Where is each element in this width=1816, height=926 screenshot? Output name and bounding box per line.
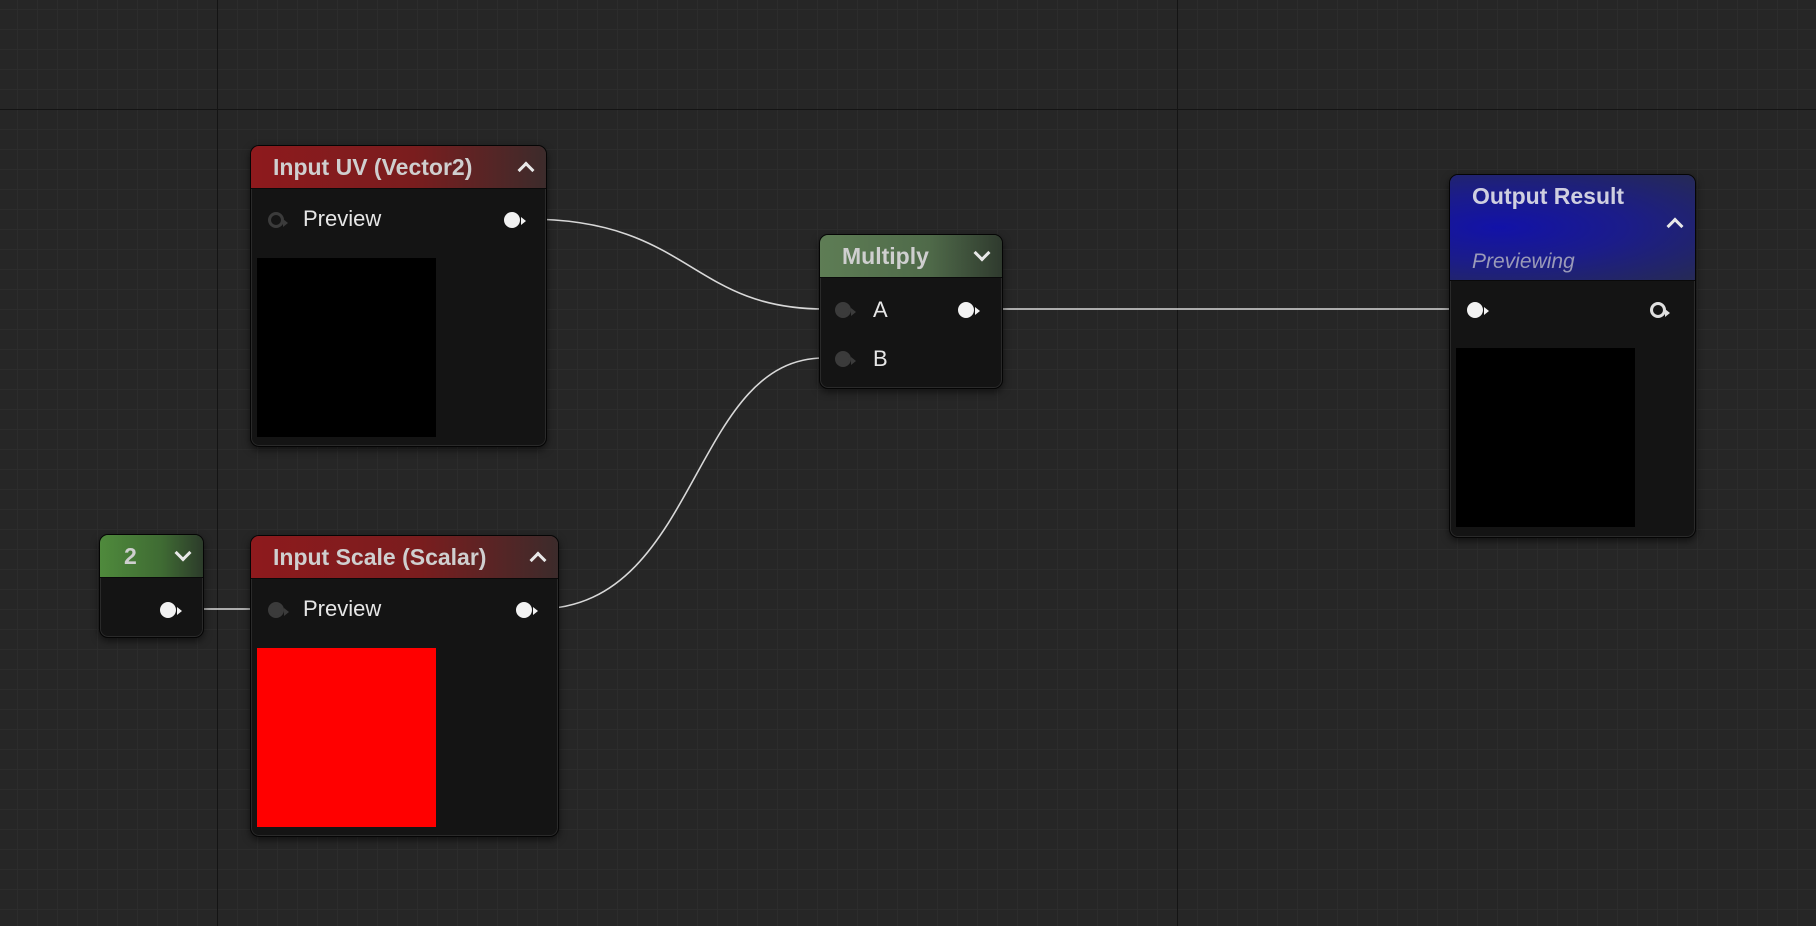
node-multiply-input-b-row: B [873, 344, 888, 374]
node-output-result[interactable]: Output Result Previewing [1449, 174, 1696, 538]
collapse-chevron-up-icon[interactable] [529, 551, 547, 569]
node-input-uv-header[interactable]: Input UV (Vector2) [251, 146, 546, 189]
node-multiply-title: Multiply [842, 242, 929, 269]
node-input-uv-preview-row: Preview [303, 204, 381, 234]
node-multiply[interactable]: Multiply A B [819, 234, 1003, 389]
node-output-result-header[interactable]: Output Result Previewing [1450, 175, 1695, 281]
preview-toggle-pin[interactable] [268, 212, 288, 228]
node-input-scale[interactable]: Input Scale (Scalar) Preview [250, 535, 559, 837]
node-constant[interactable]: 2 [99, 534, 204, 638]
node-multiply-input-a-row: A [873, 295, 888, 325]
node-multiply-input-b-label: B [873, 346, 888, 371]
node-input-scale-header[interactable]: Input Scale (Scalar) [251, 536, 558, 579]
node-input-scale-input-pin[interactable] [268, 602, 289, 618]
wire-scale-to-multiply-b[interactable] [536, 357, 825, 610]
node-input-scale-preview-image [257, 648, 436, 827]
node-input-uv-title: Input UV (Vector2) [273, 153, 473, 180]
wire-uv-to-multiply-a[interactable] [526, 218, 825, 310]
collapse-chevron-up-icon[interactable] [1666, 217, 1684, 235]
node-output-result-subtitle: Previewing [1472, 250, 1575, 273]
node-output-result-preview-image [1456, 348, 1635, 527]
node-constant-output-pin[interactable] [160, 602, 182, 618]
node-input-scale-output-pin[interactable] [516, 602, 538, 618]
node-input-uv-preview-image [257, 258, 436, 437]
node-input-scale-preview-row: Preview [303, 594, 381, 624]
collapse-chevron-up-icon[interactable] [517, 161, 535, 179]
node-multiply-output-pin[interactable] [958, 302, 980, 318]
graph-canvas[interactable]: Input UV (Vector2) Preview Multiply A B … [0, 0, 1816, 926]
node-output-result-title: Output Result [1472, 183, 1625, 209]
node-constant-value: 2 [124, 542, 137, 569]
node-input-scale-title: Input Scale (Scalar) [273, 543, 487, 570]
node-input-scale-preview-label: Preview [303, 596, 382, 621]
node-multiply-header[interactable]: Multiply [820, 235, 1002, 278]
node-multiply-input-a-pin[interactable] [835, 302, 856, 318]
node-output-result-input-pin[interactable] [1467, 302, 1489, 318]
node-input-uv[interactable]: Input UV (Vector2) Preview [250, 145, 547, 447]
node-multiply-input-a-label: A [873, 297, 888, 322]
node-multiply-input-b-pin[interactable] [835, 351, 856, 367]
node-input-uv-output-pin[interactable] [504, 212, 526, 228]
expand-chevron-down-icon[interactable] [973, 244, 991, 262]
node-output-result-output-pin[interactable] [1650, 302, 1670, 318]
node-constant-header[interactable]: 2 [100, 535, 203, 578]
expand-chevron-down-icon[interactable] [174, 544, 192, 562]
node-input-uv-preview-label: Preview [303, 206, 382, 231]
